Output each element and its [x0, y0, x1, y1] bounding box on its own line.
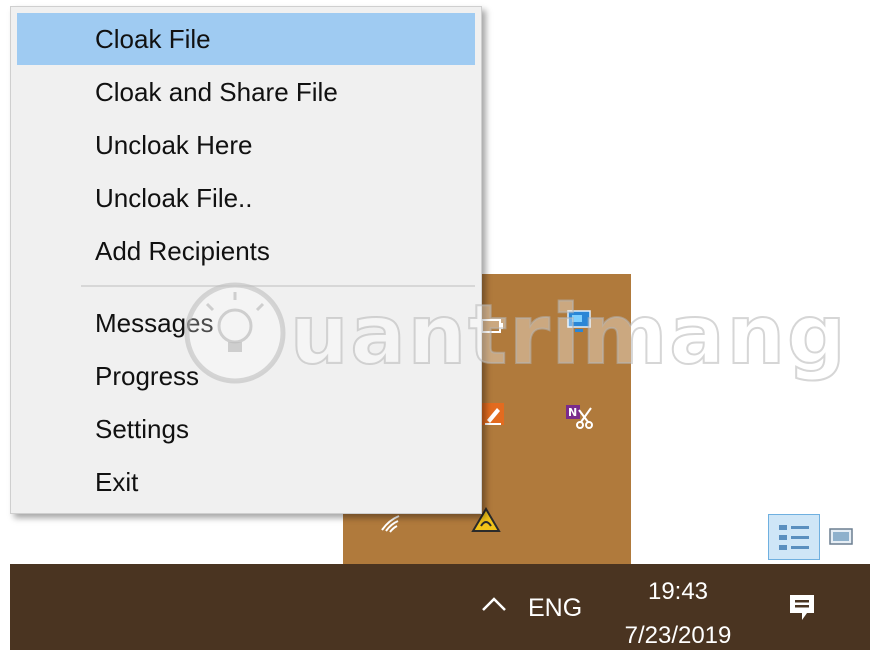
- taskbar-clock[interactable]: 19:43 7/23/2019: [608, 574, 748, 650]
- menu-item-cloak-file[interactable]: Cloak File: [17, 13, 475, 65]
- view-mode-icons: [768, 512, 864, 560]
- menu-item-progress[interactable]: Progress: [17, 350, 475, 402]
- context-menu: Cloak File Cloak and Share File Uncloak …: [10, 6, 482, 514]
- action-center-icon: [787, 592, 817, 629]
- edit-tool-icon[interactable]: [479, 400, 507, 428]
- remote-desktop-icon[interactable]: [565, 308, 593, 336]
- action-center-button[interactable]: [780, 588, 824, 632]
- clock-time: 19:43: [647, 578, 709, 605]
- menu-item-cloak-and-share-file[interactable]: Cloak and Share File: [17, 66, 475, 118]
- show-hidden-icons-button[interactable]: [472, 586, 516, 626]
- taskbar: ENG 19:43 7/23/2019: [10, 564, 870, 650]
- desktop: N ENG 19:43 7/23/2019 Cloak File Cloak a…: [0, 0, 870, 650]
- clock-date: 7/23/2019: [624, 622, 732, 649]
- battery-icon[interactable]: [479, 312, 507, 340]
- menu-item-messages[interactable]: Messages: [17, 297, 475, 349]
- menu-item-uncloak-here[interactable]: Uncloak Here: [17, 119, 475, 171]
- menu-item-add-recipients[interactable]: Add Recipients: [17, 225, 475, 277]
- svg-text:N: N: [568, 406, 577, 419]
- large-icons-view-icon[interactable]: [824, 522, 860, 550]
- details-view-icon[interactable]: [768, 514, 820, 560]
- chevron-up-icon: [481, 596, 507, 617]
- menu-item-exit[interactable]: Exit: [17, 456, 475, 508]
- menu-item-uncloak-file[interactable]: Uncloak File..: [17, 172, 475, 224]
- menu-separator: [81, 285, 475, 287]
- input-language-indicator[interactable]: ENG: [528, 590, 582, 626]
- onenote-clipper-icon[interactable]: N: [565, 402, 593, 430]
- menu-item-settings[interactable]: Settings: [17, 403, 475, 455]
